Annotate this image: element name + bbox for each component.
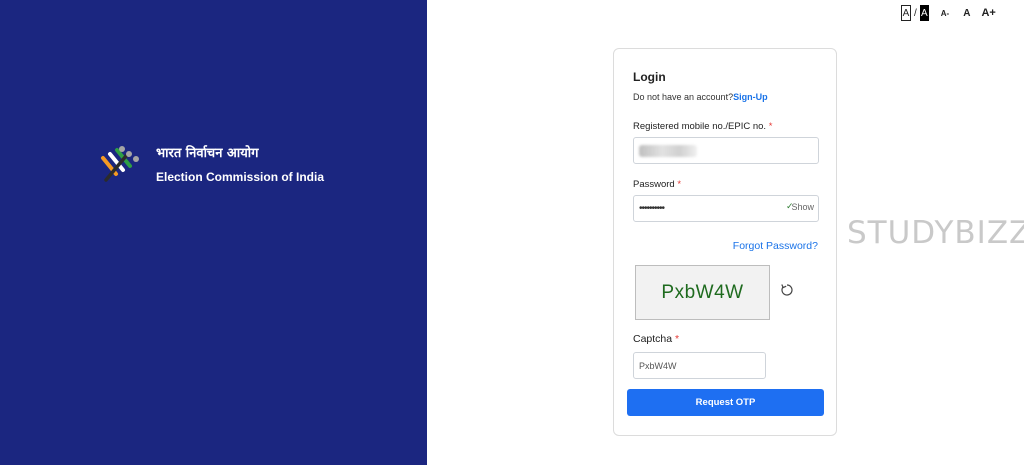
request-otp-button[interactable]: Request OTP	[627, 389, 824, 416]
redacted-mobile-value	[639, 144, 697, 157]
required-mark: *	[768, 121, 773, 132]
signup-prompt: Do not have an account?Sign-Up	[633, 92, 768, 102]
password-label: Password *	[633, 179, 681, 190]
mobile-epic-input[interactable]	[633, 137, 819, 164]
captcha-input-value: PxbW4W	[639, 360, 677, 371]
login-title: Login	[633, 70, 666, 84]
captcha-label-text: Captcha	[633, 333, 673, 345]
brand-name-hindi: भारत निर्वाचन आयोग	[156, 146, 259, 161]
signup-link[interactable]: Sign-Up	[733, 92, 768, 102]
captcha-input[interactable]: PxbW4W	[633, 352, 766, 379]
watermark: STUDYBIZZ	[847, 215, 1024, 251]
decrease-font-button[interactable]: A-	[941, 5, 949, 21]
show-password-toggle[interactable]: ✓ Show	[786, 201, 814, 212]
forgot-password-link[interactable]: Forgot Password?	[733, 240, 818, 252]
brand-text: भारत निर्वाचन आयोग Election Commission o…	[156, 145, 324, 185]
normal-font-button[interactable]: A	[963, 5, 970, 21]
eci-logo-icon	[101, 146, 139, 182]
increase-font-button[interactable]: A+	[981, 5, 995, 21]
no-account-text: Do not have an account?	[633, 92, 734, 102]
required-mark: *	[675, 333, 680, 345]
light-theme-button[interactable]: A	[901, 5, 911, 21]
login-page: भारत निर्वाचन आयोग Election Commission o…	[0, 0, 1024, 465]
captcha-image: PxbW4W	[635, 265, 770, 320]
theme-separator: /	[914, 7, 917, 19]
brand: भारत निर्वाचन आयोग Election Commission o…	[98, 144, 324, 186]
mobile-label-text: Registered mobile no./EPIC no.	[633, 121, 767, 132]
password-input[interactable]: •••••••••• ✓ Show	[633, 195, 819, 222]
password-label-text: Password	[633, 179, 675, 190]
refresh-captcha-icon[interactable]	[780, 283, 794, 297]
required-mark: *	[677, 179, 682, 190]
brand-name-english: Election Commission of India	[156, 170, 325, 184]
captcha-label: Captcha *	[633, 333, 679, 345]
password-value: ••••••••••	[639, 203, 665, 214]
brand-panel: भारत निर्वाचन आयोग Election Commission o…	[0, 0, 427, 465]
show-password-label: Show	[791, 201, 814, 212]
login-card: Login Do not have an account?Sign-Up Reg…	[613, 48, 837, 436]
dark-theme-button[interactable]: A	[919, 5, 929, 21]
mobile-label: Registered mobile no./EPIC no. *	[633, 121, 772, 132]
font-size-controls: A / A A- A A+	[901, 5, 996, 21]
